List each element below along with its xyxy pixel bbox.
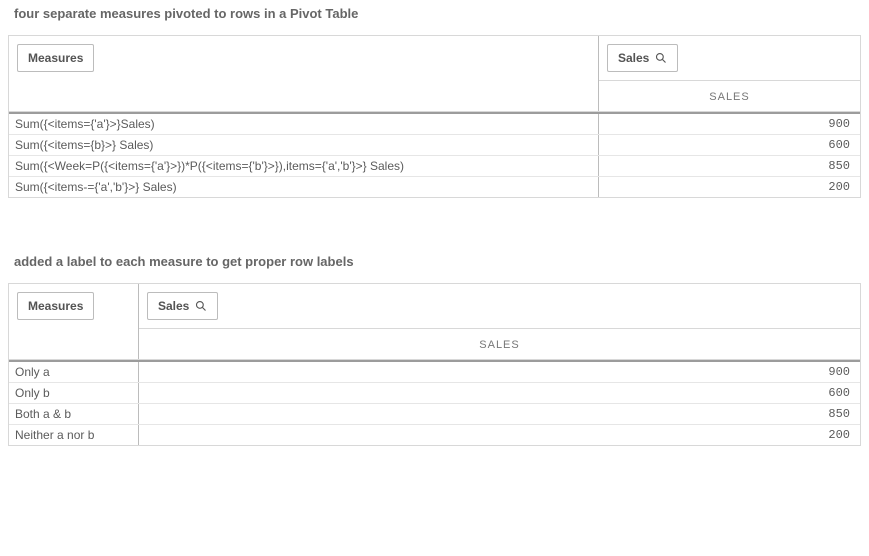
- table-row: Only b 600: [9, 382, 860, 403]
- pivot-header: Measures Sales SALES: [9, 36, 860, 112]
- table-row: Neither a nor b 200: [9, 424, 860, 445]
- column-header: SALES: [139, 328, 860, 359]
- sales-chip-label: Sales: [618, 51, 649, 65]
- section-title: four separate measures pivoted to rows i…: [8, 6, 861, 21]
- row-value: 900: [599, 114, 860, 134]
- measures-chip[interactable]: Measures: [17, 292, 94, 320]
- column-header: SALES: [599, 80, 860, 111]
- row-value: 900: [139, 362, 860, 382]
- row-label: Sum({<items={b}>} Sales): [9, 135, 599, 155]
- col-dimension-header: Sales SALES: [139, 284, 860, 359]
- table-row: Both a & b 850: [9, 403, 860, 424]
- pivot-section-raw: four separate measures pivoted to rows i…: [8, 6, 861, 198]
- pivot-table-labeled: Measures Sales SALES Only a: [8, 283, 861, 446]
- section-title: added a label to each measure to get pro…: [8, 254, 861, 269]
- pivot-table-raw: Measures Sales SALES Sum({<i: [8, 35, 861, 198]
- row-dimension-header: Measures: [9, 36, 599, 111]
- search-icon: [195, 300, 207, 312]
- measures-chip-label: Measures: [28, 299, 83, 313]
- row-value: 850: [139, 404, 860, 424]
- row-label: Only b: [9, 383, 139, 403]
- row-value: 200: [599, 177, 860, 197]
- row-label: Only a: [9, 362, 139, 382]
- row-label: Both a & b: [9, 404, 139, 424]
- pivot-rows: Sum({<items={'a'}>}Sales) 900 Sum({<item…: [9, 112, 860, 197]
- search-icon: [655, 52, 667, 64]
- row-value: 200: [139, 425, 860, 445]
- row-value: 850: [599, 156, 860, 176]
- row-dimension-header: Measures: [9, 284, 139, 359]
- row-label: Neither a nor b: [9, 425, 139, 445]
- row-value: 600: [599, 135, 860, 155]
- pivot-header: Measures Sales SALES: [9, 284, 860, 360]
- row-label: Sum({<Week=P({<items={'a'}>})*P({<items=…: [9, 156, 599, 176]
- measures-chip-label: Measures: [28, 51, 83, 65]
- sales-chip[interactable]: Sales: [607, 44, 678, 72]
- pivot-rows: Only a 900 Only b 600 Both a & b 850 Nei…: [9, 360, 860, 445]
- row-value: 600: [139, 383, 860, 403]
- col-dimension-header: Sales SALES: [599, 36, 860, 111]
- row-label: Sum({<items-={'a','b'}>} Sales): [9, 177, 599, 197]
- table-row: Sum({<Week=P({<items={'a'}>})*P({<items=…: [9, 155, 860, 176]
- table-row: Sum({<items={b}>} Sales) 600: [9, 134, 860, 155]
- table-row: Sum({<items={'a'}>}Sales) 900: [9, 112, 860, 134]
- sales-chip-label: Sales: [158, 299, 189, 313]
- pivot-section-labeled: added a label to each measure to get pro…: [8, 254, 861, 446]
- sales-chip[interactable]: Sales: [147, 292, 218, 320]
- row-label: Sum({<items={'a'}>}Sales): [9, 114, 599, 134]
- measures-chip[interactable]: Measures: [17, 44, 94, 72]
- table-row: Only a 900: [9, 360, 860, 382]
- table-row: Sum({<items-={'a','b'}>} Sales) 200: [9, 176, 860, 197]
